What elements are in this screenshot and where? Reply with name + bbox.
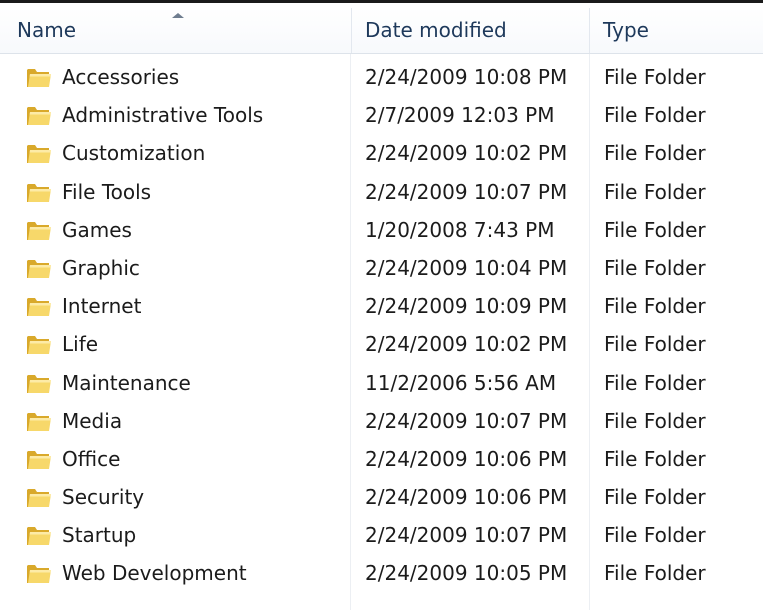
folder-icon xyxy=(27,145,51,164)
column-header-type-label: Type xyxy=(603,18,649,42)
folder-icon xyxy=(27,489,51,508)
file-type: File Folder xyxy=(604,141,706,166)
folder-icon xyxy=(27,183,51,202)
table-row[interactable]: Office 2/24/2009 10:06 PM File Folder xyxy=(0,440,763,478)
table-row[interactable]: Media 2/24/2009 10:07 PM File Folder xyxy=(0,402,763,440)
folder-icon xyxy=(27,412,51,431)
column-header-date-modified[interactable]: Date modified xyxy=(352,8,590,53)
table-row[interactable]: Accessories 2/24/2009 10:08 PM File Folder xyxy=(0,58,763,96)
date-modified: 2/24/2009 10:06 PM xyxy=(365,485,568,510)
folder-name: Internet xyxy=(62,294,142,319)
top-frame-edge xyxy=(0,0,763,8)
table-row[interactable]: Administrative Tools 2/7/2009 12:03 PM Fil… xyxy=(0,96,763,134)
file-type: File Folder xyxy=(604,446,706,471)
file-type: File Folder xyxy=(604,370,706,395)
file-type: File Folder xyxy=(604,255,706,280)
folder-name: Accessories xyxy=(62,65,180,89)
column-header-bar: Name Date modified Type xyxy=(0,8,763,54)
folder-icon xyxy=(27,374,51,393)
date-modified: 11/2/2006 5:56 AM xyxy=(365,370,557,395)
folder-name: Maintenance xyxy=(62,370,191,395)
file-type: File Folder xyxy=(604,332,706,357)
folder-name: Customization xyxy=(62,141,206,166)
folder-name: Games xyxy=(62,217,132,242)
file-type: File Folder xyxy=(604,217,706,242)
folder-name: Graphic xyxy=(62,255,140,280)
column-header-date-label: Date modified xyxy=(365,18,507,42)
file-type: File Folder xyxy=(604,485,706,510)
folder-name: Office xyxy=(62,446,121,471)
date-modified: 1/20/2008 7:43 PM xyxy=(365,217,555,242)
date-modified: 2/24/2009 10:02 PM xyxy=(365,332,568,357)
date-modified: 2/24/2009 10:09 PM xyxy=(365,294,568,319)
folder-icon xyxy=(27,221,51,240)
file-rows: Accessories 2/24/2009 10:08 PM File Folder… xyxy=(0,58,763,593)
column-header-type[interactable]: Type xyxy=(590,8,763,53)
folder-icon xyxy=(27,259,51,278)
file-type: File Folder xyxy=(604,103,706,128)
folder-icon xyxy=(27,298,51,317)
file-type: File Folder xyxy=(604,561,706,586)
date-modified: 2/24/2009 10:07 PM xyxy=(365,179,568,204)
file-type: File Folder xyxy=(604,408,706,433)
table-row[interactable]: Games 1/20/2008 7:43 PM File Folder xyxy=(0,211,763,249)
file-type: File Folder xyxy=(604,523,706,548)
folder-name: Startup xyxy=(62,523,137,548)
folder-name: Life xyxy=(62,332,99,357)
table-row[interactable]: Web Development 2/24/2009 10:05 PM File Fo… xyxy=(0,554,763,592)
folder-name: File Tools xyxy=(62,179,152,204)
table-row[interactable]: Life 2/24/2009 10:02 PM File Folder xyxy=(0,325,763,363)
date-modified: 2/24/2009 10:05 PM xyxy=(365,561,568,586)
table-row[interactable]: File Tools 2/24/2009 10:07 PM File Folder xyxy=(0,173,763,211)
file-type: File Folder xyxy=(604,65,706,89)
folder-name: Web Development xyxy=(62,561,247,586)
folder-icon xyxy=(27,527,51,546)
table-row[interactable]: Graphic 2/24/2009 10:04 PM File Folder xyxy=(0,249,763,287)
file-type: File Folder xyxy=(604,294,706,319)
date-modified: 2/7/2009 12:03 PM xyxy=(365,103,555,128)
table-row[interactable]: Maintenance 11/2/2006 5:56 AM File Folder xyxy=(0,364,763,402)
date-modified: 2/24/2009 10:04 PM xyxy=(365,255,568,280)
date-modified: 2/24/2009 10:07 PM xyxy=(365,408,568,433)
folder-name: Media xyxy=(62,408,123,433)
folder-icon xyxy=(27,450,51,469)
sort-ascending-icon xyxy=(172,13,184,18)
folder-name: Administrative Tools xyxy=(62,103,264,128)
date-modified: 2/24/2009 10:06 PM xyxy=(365,446,568,471)
table-row[interactable]: Startup 2/24/2009 10:07 PM File Folder xyxy=(0,516,763,554)
column-header-name-label: Name xyxy=(17,18,77,42)
date-modified: 2/24/2009 10:02 PM xyxy=(365,141,568,166)
table-row[interactable]: Internet 2/24/2009 10:09 PM File Folder xyxy=(0,287,763,325)
table-row[interactable]: Customization 2/24/2009 10:02 PM File Fold… xyxy=(0,134,763,172)
file-list-view: Name Date modified Type Accessories 2/24/… xyxy=(0,0,763,610)
folder-icon xyxy=(27,336,51,355)
folder-icon xyxy=(27,107,51,126)
date-modified: 2/24/2009 10:08 PM xyxy=(365,65,568,89)
folder-name: Security xyxy=(62,485,145,510)
date-modified: 2/24/2009 10:07 PM xyxy=(365,523,568,548)
column-header-name[interactable]: Name xyxy=(0,8,352,53)
folder-icon xyxy=(27,69,51,87)
table-row[interactable]: Security 2/24/2009 10:06 PM File Folder xyxy=(0,478,763,516)
folder-icon xyxy=(27,565,51,584)
file-type: File Folder xyxy=(604,179,706,204)
